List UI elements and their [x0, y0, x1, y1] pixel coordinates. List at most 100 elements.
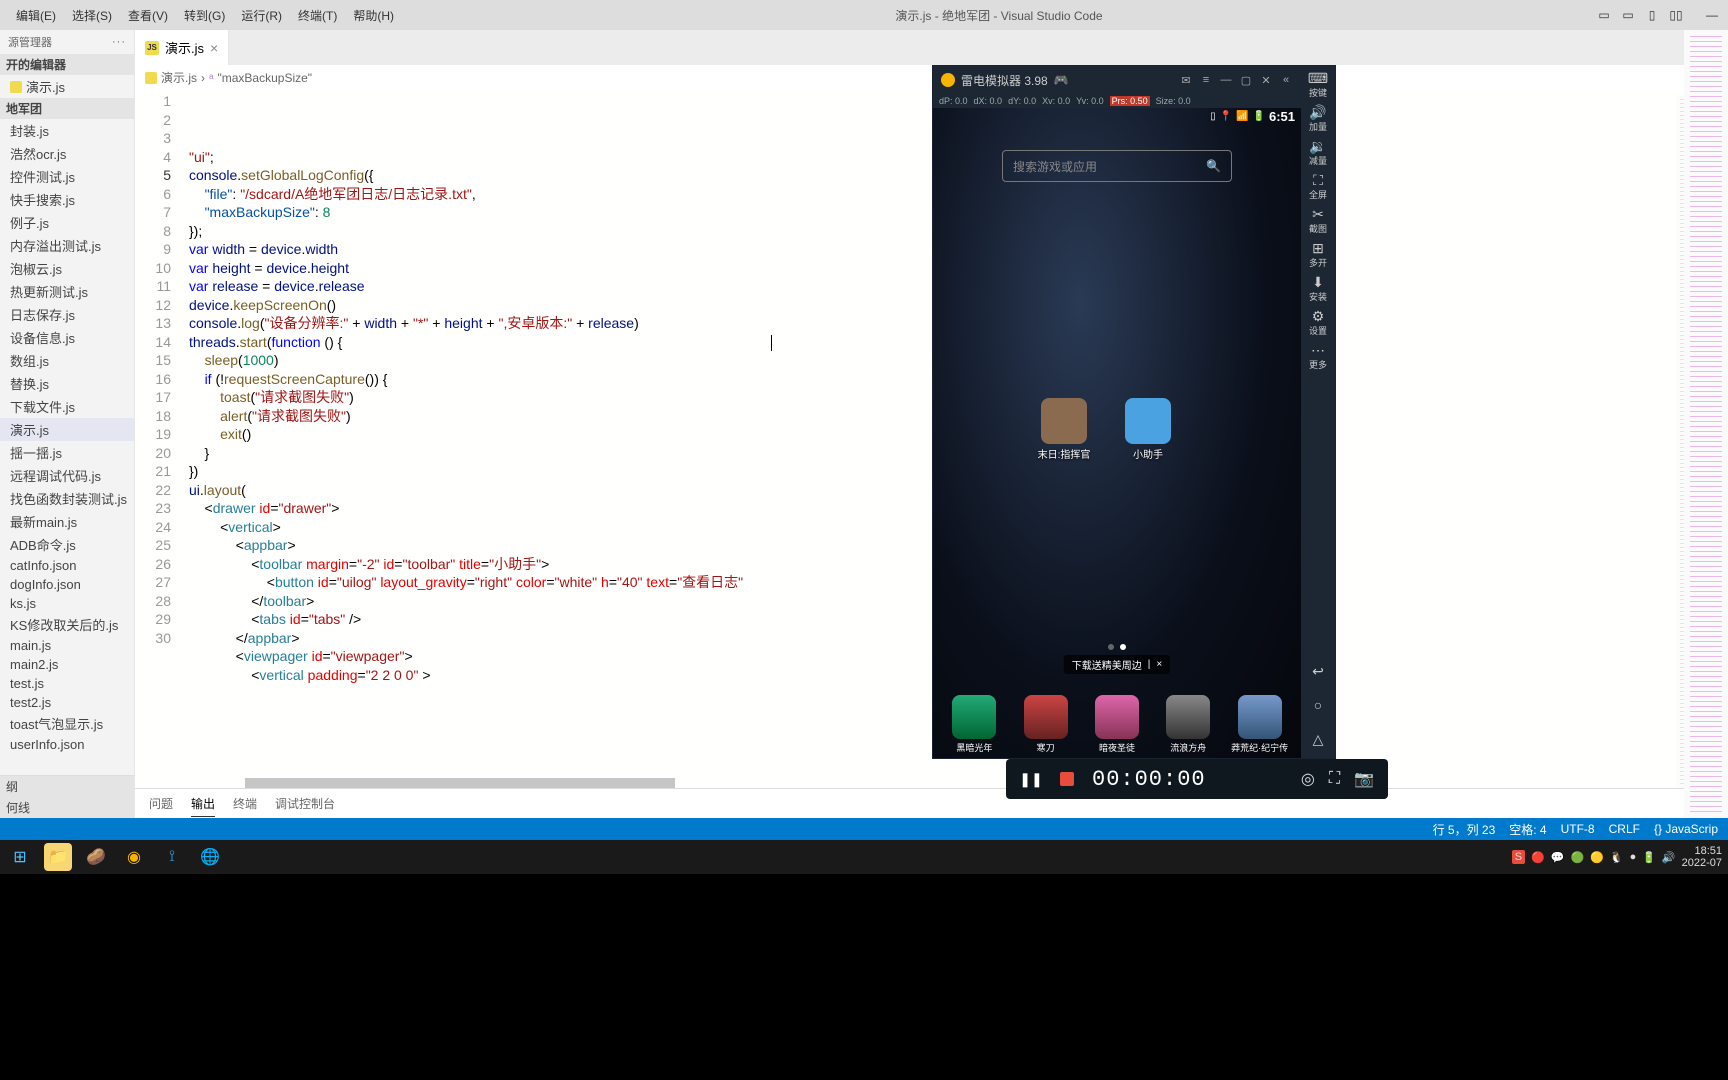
taskbar-clock[interactable]: 18:51 2022-07 — [1682, 845, 1722, 869]
app-icon[interactable] — [1041, 398, 1087, 444]
minimize-icon[interactable]: ― — [1219, 73, 1233, 87]
camera-icon[interactable]: 📷 — [1354, 769, 1374, 789]
layout-toggle-icon[interactable]: ▭ — [1596, 7, 1612, 23]
page-indicator[interactable] — [1108, 644, 1126, 650]
close-icon[interactable]: × — [1156, 659, 1162, 670]
vscode-icon[interactable]: ⟟ — [158, 843, 186, 871]
start-button[interactable]: ⊞ — [6, 843, 34, 871]
fullscreen-icon[interactable]: ⛶ — [1329, 770, 1340, 788]
outline-header[interactable]: 纲 — [0, 776, 134, 797]
emulator-side-button[interactable]: ⚙设置 — [1305, 310, 1331, 336]
more-icon[interactable]: ··· — [112, 36, 126, 48]
search-input[interactable]: 搜索游戏或应用 🔍 — [1002, 150, 1232, 182]
emulator-side-button[interactable]: ⛶全屏 — [1305, 174, 1331, 200]
file-tree-item[interactable]: 设备信息.js — [0, 326, 134, 349]
cursor-position[interactable]: 行 5，列 23 — [1433, 821, 1496, 838]
menu-item[interactable]: 运行(R) — [233, 7, 290, 24]
horizontal-scrollbar[interactable] — [245, 778, 675, 788]
emulator-screen[interactable]: ▯ 📍 📶 🔋 6:51 搜索游戏或应用 🔍 末日:指挥官小助手 下载送精美周边… — [933, 108, 1301, 758]
language-mode[interactable]: {} JavaScrip — [1654, 822, 1718, 836]
file-tree-item[interactable]: catInfo.json — [0, 556, 134, 575]
timeline-header[interactable]: 何线 — [0, 797, 134, 818]
panel-tab[interactable]: 调试控制台 — [275, 791, 335, 816]
menu-item[interactable]: 转到(G) — [176, 7, 233, 24]
file-tree-item[interactable]: 热更新测试.js — [0, 280, 134, 303]
menu-item[interactable]: 编辑(E) — [8, 7, 64, 24]
file-tree-item[interactable]: main2.js — [0, 655, 134, 674]
folder-header[interactable]: 地军团 — [0, 98, 134, 119]
menu-item[interactable]: 选择(S) — [64, 7, 120, 24]
file-tree-item[interactable]: 内存溢出测试.js — [0, 234, 134, 257]
mail-icon[interactable]: ✉ — [1179, 73, 1193, 87]
menu-item[interactable]: 帮助(H) — [345, 7, 402, 24]
file-tree-item[interactable]: test2.js — [0, 693, 134, 712]
file-tree-item[interactable]: userInfo.json — [0, 735, 134, 754]
dock-item[interactable]: 寒刀 — [1016, 695, 1076, 754]
menu-icon[interactable]: ≡ — [1199, 73, 1213, 87]
app-icon[interactable]: 🥔 — [82, 843, 110, 871]
maximize-icon[interactable]: ▢ — [1239, 73, 1253, 87]
panel-tab[interactable]: 问题 — [149, 791, 173, 816]
file-tree-item[interactable]: 最新main.js — [0, 510, 134, 533]
system-tray[interactable]: S 🔴💬🟢🟡🐧●🔋🔊 18:51 2022-07 — [1512, 845, 1722, 869]
emulator-nav-button[interactable]: ○ — [1305, 692, 1331, 718]
open-editors-header[interactable]: 开的编辑器 — [0, 54, 134, 75]
encoding[interactable]: UTF-8 — [1561, 822, 1595, 836]
emulator-side-button[interactable]: ⌨按键 — [1305, 72, 1331, 98]
layout-panel-icon[interactable]: ▭ — [1620, 7, 1636, 23]
panel-tab[interactable]: 终端 — [233, 791, 257, 816]
chrome-icon[interactable]: 🌐 — [196, 843, 224, 871]
file-tree-item[interactable]: 演示.js — [0, 418, 134, 441]
collapse-icon[interactable]: « — [1279, 73, 1293, 87]
dock-item[interactable]: 暗夜圣徒 — [1087, 695, 1147, 754]
minimize-icon[interactable]: ― — [1704, 7, 1720, 23]
file-tree-item[interactable]: 快手搜索.js — [0, 188, 134, 211]
indentation[interactable]: 空格: 4 — [1509, 821, 1546, 838]
file-tree-item[interactable]: 远程调试代码.js — [0, 464, 134, 487]
promo-popup[interactable]: 下载送精美周边 | × — [1064, 655, 1170, 674]
file-tree-item[interactable]: test.js — [0, 674, 134, 693]
file-tree-item[interactable]: KS修改取关后的.js — [0, 613, 134, 636]
emulator-side-button[interactable]: ⊞多开 — [1305, 242, 1331, 268]
close-icon[interactable]: × — [210, 40, 218, 56]
file-tree-item[interactable]: 浩然ocr.js — [0, 142, 134, 165]
emulator-side-button[interactable]: 🔉减量 — [1305, 140, 1331, 166]
file-tree-item[interactable]: 找色函数封装测试.js — [0, 487, 134, 510]
file-tree-item[interactable]: 例子.js — [0, 211, 134, 234]
dock-item[interactable]: 流浪方舟 — [1158, 695, 1218, 754]
emulator-nav-button[interactable]: ↩ — [1305, 658, 1331, 684]
file-tree-item[interactable]: 数组.js — [0, 349, 134, 372]
file-tree-item[interactable]: 泡椒云.js — [0, 257, 134, 280]
eol[interactable]: CRLF — [1609, 822, 1640, 836]
menu-item[interactable]: 终端(T) — [290, 7, 345, 24]
emulator-side-button[interactable]: ⋯更多 — [1305, 344, 1331, 370]
file-tree-item[interactable]: 控件测试.js — [0, 165, 134, 188]
open-editor-item[interactable]: 演示.js — [0, 75, 134, 98]
file-tree-item[interactable]: 日志保存.js — [0, 303, 134, 326]
file-explorer-icon[interactable]: 📁 — [44, 843, 72, 871]
file-tree-item[interactable]: 封装.js — [0, 119, 134, 142]
file-tree-item[interactable]: ks.js — [0, 594, 134, 613]
dock-item[interactable]: 黑暗光年 — [944, 695, 1004, 754]
file-tree-item[interactable]: 替换.js — [0, 372, 134, 395]
close-icon[interactable]: ✕ — [1259, 73, 1273, 87]
file-tree-item[interactable]: ADB命令.js — [0, 533, 134, 556]
tab-current-file[interactable]: JS 演示.js × — [135, 30, 229, 65]
emulator-side-button[interactable]: 🔊加量 — [1305, 106, 1331, 132]
target-icon[interactable]: ◎ — [1301, 769, 1315, 789]
stop-button[interactable] — [1056, 768, 1078, 790]
file-tree-item[interactable]: main.js — [0, 636, 134, 655]
app-icon[interactable] — [1125, 398, 1171, 444]
layout-editor-icon[interactable]: ▯▯ — [1668, 7, 1684, 23]
emulator-side-button[interactable]: ✂截图 — [1305, 208, 1331, 234]
file-tree-item[interactable]: 下载文件.js — [0, 395, 134, 418]
menu-item[interactable]: 查看(V) — [120, 7, 176, 24]
dock-item[interactable]: 莽荒纪·纪宁传 — [1230, 695, 1290, 754]
gamepad-icon[interactable]: 🎮 — [1054, 73, 1069, 87]
layout-side-icon[interactable]: ▯ — [1644, 7, 1660, 23]
emulator-nav-button[interactable]: △ — [1305, 726, 1331, 752]
file-tree-item[interactable]: toast气泡显示.js — [0, 712, 134, 735]
pause-button[interactable]: ❚❚ — [1020, 768, 1042, 790]
emulator-side-button[interactable]: ⬇安装 — [1305, 276, 1331, 302]
file-tree-item[interactable]: dogInfo.json — [0, 575, 134, 594]
